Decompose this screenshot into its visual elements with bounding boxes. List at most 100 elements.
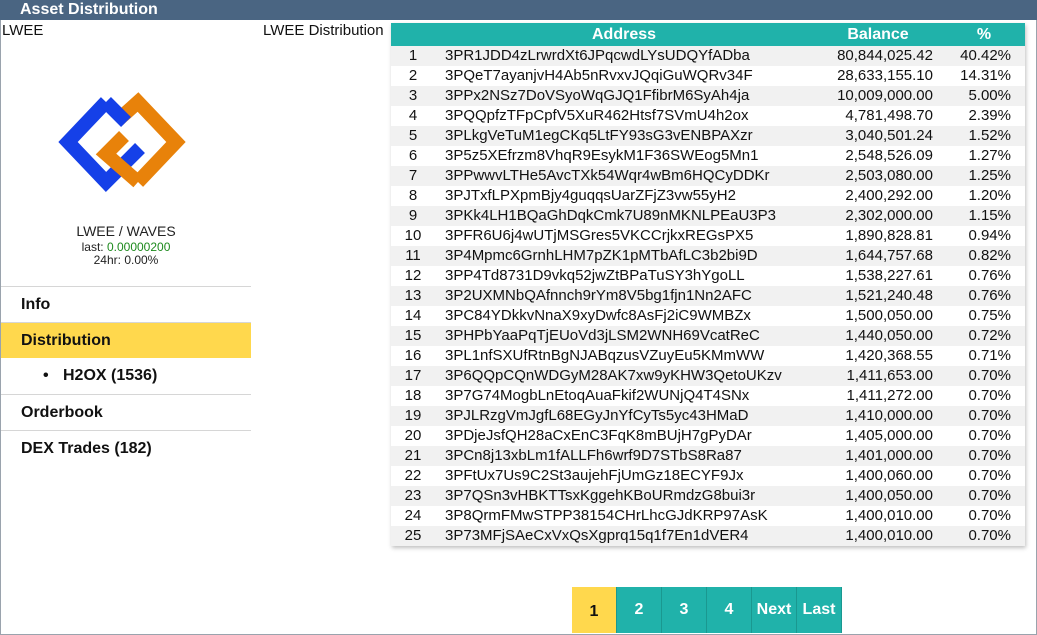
table-row: 4 3PQQpfzTFpCpfV5XuR462Htsf7SVmU4h2ox 4,78… [391,106,1025,126]
row-percent: 1.52% [968,127,1011,144]
page-button-4[interactable]: 4 [707,587,752,633]
menu-item-dex-trades[interactable]: DEX Trades (182) [1,430,251,466]
row-balance: 10,009,000.00 [837,87,933,104]
row-percent: 40.42% [960,47,1011,64]
page-button-3[interactable]: 3 [662,587,707,633]
row-index: 20 [404,427,422,444]
row-index: 7 [408,167,418,184]
row-address[interactable]: 3P2UXMNbQAfnnch9rYm8V5bg1fjn1Nn2AFC [435,286,813,306]
row-address[interactable]: 3PP4Td8731D9vkq52jwZtBPaTuSY3hYgoLL [435,266,813,286]
row-index: 5 [408,127,418,144]
menu-subitem-label: H2OX (1536) [63,367,158,384]
row-address[interactable]: 3PCn8j13xbLm1fALLFh6wrf9D7STbS8Ra87 [435,446,813,466]
row-address[interactable]: 3PDjeJsfQH28aCxEnC3FqK8mBUjH7gPyDAr [435,426,813,446]
row-percent: 0.70% [968,407,1011,424]
row-percent: 0.70% [968,447,1011,464]
row-balance: 1,411,272.00 [846,387,933,404]
row-index: 10 [404,227,422,244]
row-index: 19 [404,407,422,424]
table-row: 24 3P8QrmFMwSTPP38154CHrLhcGJdKRP97AsK 1,4… [391,506,1025,526]
bullet-icon: • [43,367,49,384]
row-address[interactable]: 3P8QrmFMwSTPP38154CHrLhcGJdKRP97AsK [435,506,813,526]
menu-subitem-h2ox[interactable]: • H2OX (1536) [1,358,251,394]
asset-logo [48,90,188,208]
row-index: 15 [404,327,422,344]
row-index: 23 [404,487,422,504]
menu-item-orderbook[interactable]: Orderbook [1,394,251,430]
header-percent[interactable]: % [943,23,1025,46]
row-index: 16 [404,347,422,364]
row-balance: 1,400,010.00 [845,527,933,544]
distribution-table: Address Balance % 1 3PR1JDD4zLrwrdXt6JPqc… [391,23,1025,546]
row-balance: 1,890,828.81 [845,227,933,244]
row-balance: 80,844,025.42 [837,47,933,64]
trading-pair: LWEE / WAVES [76,223,176,239]
row-percent: 2.39% [968,107,1011,124]
row-percent: 1.25% [968,167,1011,184]
header-index [391,23,435,46]
sidebar: LWEE LWEE / WAVES last: 0.00000200 24hr:… [1,20,251,634]
row-address[interactable]: 3PHPbYaaPqTjEUoVd3jLSM2WNH69VcatReC [435,326,813,346]
last-page-button[interactable]: Last [797,587,842,633]
menu-item-info[interactable]: Info [1,286,251,322]
row-address[interactable]: 3P73MFjSAeCxVxQsXgprq15q1f7En1dVER4 [435,526,813,546]
row-balance: 2,503,080.00 [845,167,933,184]
menu-item-distribution[interactable]: Distribution [1,322,251,358]
row-balance: 1,521,240.48 [845,287,933,304]
row-index: 1 [408,47,418,64]
row-address[interactable]: 3P7G74MogbLnEtoqAuaFkif2WUNjQ4T4SNx [435,386,813,406]
table-row: 2 3PQeT7ayanjvH4Ab5nRvxvJQqiGuWQRv34F 28,6… [391,66,1025,86]
row-address[interactable]: 3PJLRzgVmJgfL68EGyJnYfCyTs5yc43HMaD [435,406,813,426]
row-address[interactable]: 3P4Mpmc6GrnhLHM7pZK1pMTbAfLC3b2bi9D [435,246,813,266]
row-address[interactable]: 3PPwwvLTHe5AvcTXk54Wqr4wBm6HQCyDDKr [435,166,813,186]
pagination: 1 2 3 4 Next Last [572,587,842,633]
row-index: 4 [408,107,418,124]
row-address[interactable]: 3PR1JDD4zLrwrdXt6JPqcwdLYsUDQYfADba [435,46,813,66]
row-balance: 1,538,227.61 [845,267,933,284]
row-percent: 0.94% [968,227,1011,244]
row-percent: 0.70% [968,367,1011,384]
table-row: 6 3P5z5XEfrzm8VhqR9EsykM1F36SWEog5Mn1 2,54… [391,146,1025,166]
row-address[interactable]: 3PKk4LH1BQaGhDqkCmk7U89nMKNLPEaU3P3 [435,206,813,226]
row-index: 25 [404,527,422,544]
row-address[interactable]: 3PC84YDkkvNnaX9xyDwfc8AsFj2iC9WMBZx [435,306,813,326]
table-row: 15 3PHPbYaaPqTjEUoVd3jLSM2WNH69VcatReC 1,4… [391,326,1025,346]
row-address[interactable]: 3PFtUx7Us9C2St3aujehFjUmGz18ECYF9Jx [435,466,813,486]
row-address[interactable]: 3PQeT7ayanjvH4Ab5nRvxvJQqiGuWQRv34F [435,66,813,86]
row-address[interactable]: 3PL1nfSXUfRtnBgNJABqzusVZuyEu5KMmWW [435,346,813,366]
row-balance: 1,440,050.00 [845,327,933,344]
row-percent: 0.71% [968,347,1011,364]
daily-change-value: 0.00% [124,253,159,267]
row-percent: 14.31% [960,67,1011,84]
row-address[interactable]: 3P7QSn3vHBKTTsxKggehKBoURmdzG8bui3r [435,486,813,506]
next-page-button[interactable]: Next [752,587,797,633]
row-address[interactable]: 3PQQpfzTFpCpfV5XuR462Htsf7SVmU4h2ox [435,106,813,126]
row-index: 6 [408,147,418,164]
page-button-1[interactable]: 1 [572,587,617,633]
row-balance: 2,302,000.00 [845,207,933,224]
sidebar-menu: Info Distribution • H2OX (1536) Orderbook… [1,286,251,466]
table-header-row: Address Balance % [391,23,1025,46]
row-balance: 1,401,000.00 [845,447,933,464]
page-button-2[interactable]: 2 [617,587,662,633]
table-row: 22 3PFtUx7Us9C2St3aujehFjUmGz18ECYF9Jx 1,4… [391,466,1025,486]
row-address[interactable]: 3PJTxfLPXpmBjy4guqqsUarZFjZ3vw55yH2 [435,186,813,206]
header-address[interactable]: Address [435,23,813,46]
row-balance: 4,781,498.70 [845,107,933,124]
row-address[interactable]: 3PPx2NSz7DoVSyoWqGJQ1FfibrM6SyAh4ja [435,86,813,106]
daily-change: 24hr: 0.00% [1,253,251,267]
row-percent: 0.76% [968,267,1011,284]
row-address[interactable]: 3PLkgVeTuM1egCKq5LtFY93sG3vENBPAXzr [435,126,813,146]
last-price: last: 0.00000200 [1,240,251,254]
header-balance[interactable]: Balance [813,23,943,46]
table-row: 14 3PC84YDkkvNnaX9xyDwfc8AsFj2iC9WMBZx 1,5… [391,306,1025,326]
row-balance: 1,400,050.00 [845,487,933,504]
row-percent: 0.70% [968,467,1011,484]
row-percent: 0.70% [968,487,1011,504]
row-address[interactable]: 3P5z5XEfrzm8VhqR9EsykM1F36SWEog5Mn1 [435,146,813,166]
row-address[interactable]: 3PFR6U6j4wUTjMSGres5VKCCrjkxREGsPX5 [435,226,813,246]
row-percent: 1.27% [968,147,1011,164]
row-index: 18 [404,387,422,404]
row-index: 21 [404,447,422,464]
row-address[interactable]: 3P6QQpCQnWDGyM28AK7xw9yKHW3QetoUKzv [435,366,813,386]
